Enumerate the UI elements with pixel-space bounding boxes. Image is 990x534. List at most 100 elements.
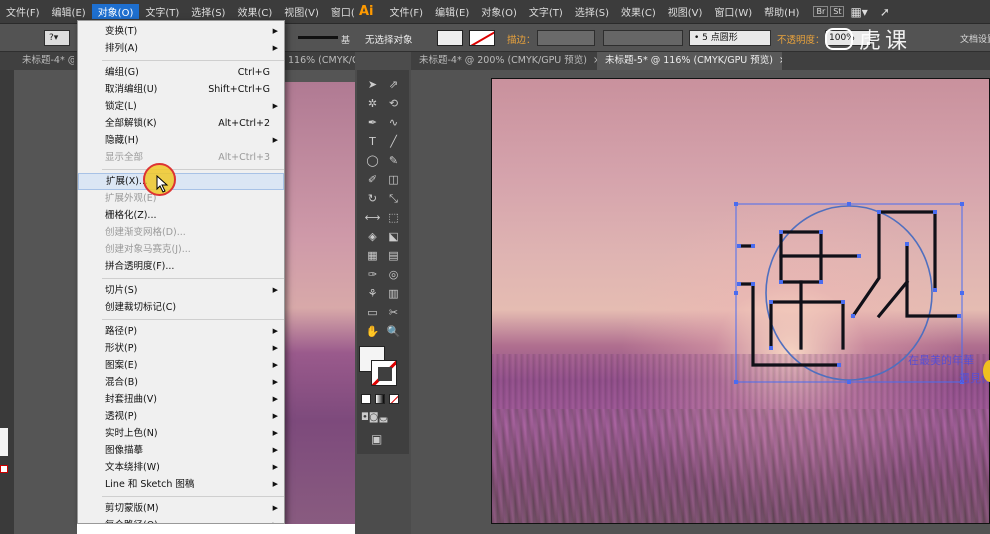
menu-item[interactable]: 扩展(X)... — [78, 173, 284, 190]
stroke-swatch-control[interactable] — [469, 30, 495, 46]
selection-tool-icon[interactable]: ➤ — [362, 75, 383, 94]
pencil-tool-icon[interactable]: ✐ — [362, 170, 383, 189]
screen-mode-icon[interactable]: ▣ — [371, 432, 382, 446]
gradient-mode-button[interactable] — [375, 394, 385, 404]
lasso-tool-icon[interactable]: ⟲ — [383, 94, 404, 113]
ellipse-tool-icon[interactable]: ◯ — [362, 151, 383, 170]
shape-builder-tool-icon[interactable]: ◈ — [362, 227, 383, 246]
menu-item[interactable]: 拼合透明度(F)... — [78, 258, 284, 275]
bridge-button[interactable]: Br — [813, 6, 829, 17]
menu-item-shortcut: Alt+Ctrl+3 — [218, 152, 270, 163]
left-menubar-item[interactable]: 文件(F) — [0, 4, 46, 19]
brush-field[interactable]: • 5 点圆形 — [689, 30, 771, 46]
right-menubar-item[interactable]: 对象(O) — [475, 4, 523, 19]
color-mode-button[interactable] — [361, 394, 371, 404]
left-menubar-item[interactable]: 对象(O) — [91, 4, 140, 19]
graph-tool-icon[interactable]: ▥ — [383, 284, 404, 303]
menu-item[interactable]: 透视(P) ▶ — [78, 408, 284, 425]
menu-separator — [102, 60, 284, 61]
left-menubar-item[interactable]: 文字(T) — [139, 4, 185, 19]
slice-tool-icon[interactable]: ✂ — [383, 303, 404, 322]
menu-item[interactable]: 剪切蒙版(M) ▶ — [78, 500, 284, 517]
eyedropper-tool-icon[interactable]: ✑ — [362, 265, 383, 284]
submenu-arrow-icon: ▶ — [272, 344, 278, 352]
doc-tab[interactable]: 未标题-5* @ 116% (CMYK/GPU 预览) × — [597, 52, 782, 70]
menu-item[interactable]: 锁定(L) ▶ — [78, 98, 284, 115]
menu-item[interactable]: 变换(T) ▶ — [78, 23, 284, 40]
blend-tool-icon[interactable]: ◎ — [383, 265, 404, 284]
menu-item[interactable]: 路径(P) ▶ — [78, 323, 284, 340]
doc-tab[interactable]: 未标题-4* @ 200% (CMYK/GPU 预览) × — [411, 52, 597, 70]
menu-item[interactable]: 文本绕排(W) ▶ — [78, 459, 284, 476]
gradient-tool-icon[interactable]: ▤ — [383, 246, 404, 265]
menu-item[interactable]: Line 和 Sketch 图稿 ▶ — [78, 476, 284, 493]
fill-swatch-control[interactable] — [437, 30, 463, 46]
pen-tool-icon[interactable]: ✒ — [362, 113, 383, 132]
sync-icon[interactable]: ➚ — [874, 5, 896, 19]
right-window: Ai 文件(F) 编辑(E) 对象(O) 文字(T) 选择(S) 效果(C) 视图(V) 窗口… — [355, 0, 990, 534]
right-menubar-item[interactable]: 效果(C) — [615, 4, 662, 19]
menu-item[interactable]: 切片(S) ▶ — [78, 282, 284, 299]
stroke-weight-field[interactable] — [537, 30, 595, 46]
left-tab-title[interactable]: 116% (CMYK/GPU — [284, 52, 355, 70]
rotate-tool-icon[interactable]: ↻ — [362, 189, 383, 208]
left-menubar-item[interactable]: 视图(V) — [278, 4, 325, 19]
right-menubar-item[interactable]: 编辑(E) — [429, 4, 475, 19]
workspace-icon[interactable]: ▦▾ — [844, 5, 873, 19]
right-menubar-item[interactable]: 帮助(H) — [758, 4, 805, 19]
menu-item[interactable]: 复合路径(O)▶ — [78, 517, 284, 523]
type-tool-icon[interactable]: T — [362, 132, 383, 151]
left-fill-swatch[interactable] — [0, 428, 8, 456]
none-mode-button[interactable] — [389, 394, 399, 404]
left-menubar-item[interactable]: 选择(S) — [185, 4, 231, 19]
eraser-tool-icon[interactable]: ◫ — [383, 170, 404, 189]
perspective-tool-icon[interactable]: ⬕ — [383, 227, 404, 246]
right-menubar-item[interactable]: 文件(F) — [384, 4, 430, 19]
close-icon[interactable]: × — [779, 55, 782, 66]
menu-item[interactable]: 取消编组(U) Shift+Ctrl+G — [78, 81, 284, 98]
left-menubar-item[interactable]: 效果(C) — [231, 4, 278, 19]
left-tab-prefix[interactable]: 未标题-4* @ — [14, 52, 74, 70]
menu-item[interactable]: 图案(E) ▶ — [78, 357, 284, 374]
menu-item[interactable]: 栅格化(Z)... — [78, 207, 284, 224]
stock-button[interactable]: St — [830, 6, 845, 17]
left-help-box[interactable]: ?▾ — [44, 30, 70, 46]
menu-item[interactable]: 隐藏(H) ▶ — [78, 132, 284, 149]
curvature-tool-icon[interactable]: ∿ — [383, 113, 404, 132]
menu-item[interactable]: 混合(B) ▶ — [78, 374, 284, 391]
menu-item[interactable]: 全部解锁(K) Alt+Ctrl+2 — [78, 115, 284, 132]
menu-item[interactable]: 形状(P) ▶ — [78, 340, 284, 357]
menu-item[interactable]: 实时上色(N) ▶ — [78, 425, 284, 442]
line-tool-icon[interactable]: ╱ — [383, 132, 404, 151]
direct-selection-tool-icon[interactable]: ⇗ — [383, 75, 404, 94]
variable-width-field[interactable] — [603, 30, 683, 46]
tools-panel: ➤ ⇗ ✲ ⟲ ✒ ∿ T ╱ ◯ ✎ ✐ ◫ ↻ ⤡ ⟷ ⬚ ◈ ⬕ ▦ ▤ ✑ ◎ ⚘ ▥ ▭ ✂ ✋ 🔍 ◘◙◛ ▣ — [357, 70, 409, 454]
scale-tool-icon[interactable]: ⤡ — [383, 189, 404, 208]
menu-item[interactable]: 封套扭曲(V) ▶ — [78, 391, 284, 408]
left-menubar-item[interactable]: 编辑(E) — [46, 4, 92, 19]
right-menubar-item[interactable]: 视图(V) — [662, 4, 709, 19]
stroke-color-box[interactable] — [371, 360, 397, 386]
paintbrush-tool-icon[interactable]: ✎ — [383, 151, 404, 170]
right-menubar-item[interactable]: 选择(S) — [569, 4, 615, 19]
menu-item[interactable]: 图像描摹 ▶ — [78, 442, 284, 459]
opacity-label[interactable]: 不透明度： — [777, 32, 825, 46]
zoom-tool-icon[interactable]: 🔍 — [383, 322, 404, 341]
menu-item[interactable]: 创建裁切标记(C) — [78, 299, 284, 316]
symbol-tool-icon[interactable]: ⚘ — [362, 284, 383, 303]
free-transform-tool-icon[interactable]: ⬚ — [383, 208, 404, 227]
draw-mode-icons[interactable]: ◘◙◛ — [361, 412, 388, 423]
artboard-tool-icon[interactable]: ▭ — [362, 303, 383, 322]
right-menubar-item[interactable]: 窗口(W) — [708, 4, 758, 19]
width-tool-icon[interactable]: ⟷ — [362, 208, 383, 227]
left-none-swatch[interactable] — [0, 465, 8, 473]
doc-tab-label: 未标题-5* @ 116% (CMYK/GPU 预览) — [605, 55, 773, 66]
hand-tool-icon[interactable]: ✋ — [362, 322, 383, 341]
right-menubar-item[interactable]: 文字(T) — [523, 4, 569, 19]
menu-item[interactable]: 编组(G) Ctrl+G — [78, 64, 284, 81]
menu-item[interactable]: 排列(A) ▶ — [78, 40, 284, 57]
magic-wand-tool-icon[interactable]: ✲ — [362, 94, 383, 113]
left-tool-strip — [0, 70, 14, 534]
mesh-tool-icon[interactable]: ▦ — [362, 246, 383, 265]
stroke-label[interactable]: 描边： — [507, 32, 536, 46]
